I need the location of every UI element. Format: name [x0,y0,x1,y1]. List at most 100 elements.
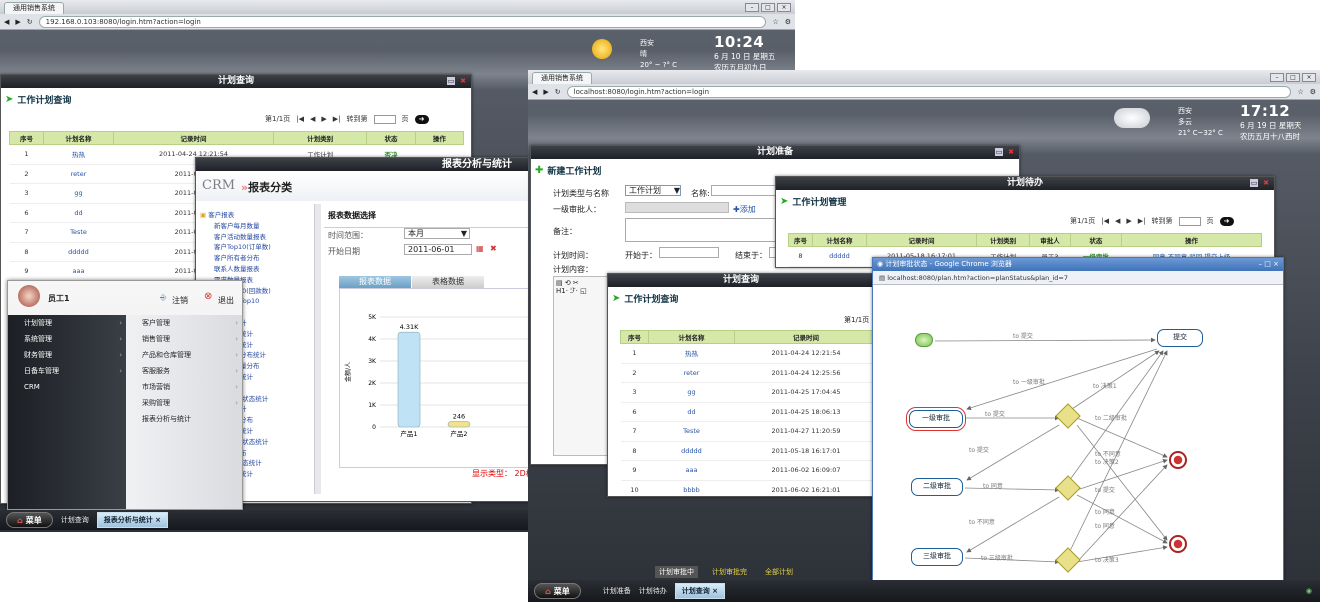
back-icon[interactable]: ◀ [4,18,9,26]
cell-name[interactable]: ddddd [648,441,735,461]
menu-item[interactable]: 采购管理 › [126,395,242,411]
table-row[interactable]: 9 aaa 2011-06-02 16:09:07 [620,460,874,481]
star-icon[interactable]: ☆ [772,18,778,26]
prev-page-icon[interactable]: ◀ [310,115,315,123]
minimize-icon[interactable]: ▭ [447,77,455,85]
tree-root[interactable]: ▣ 客户报表 [200,210,318,221]
forward-icon[interactable]: ▶ [15,18,20,26]
menu-item[interactable]: 计划管理 › [8,315,126,331]
node-second-approval[interactable]: 二级审批 [911,478,963,496]
calendar-icon[interactable]: ▦ [476,244,484,253]
tree-item[interactable]: 客户活动数量报表 [214,232,318,243]
menu-item[interactable]: 销售管理 › [126,331,242,347]
tree-item[interactable]: 新客户每月数量 [214,221,318,232]
left-url-field[interactable]: 192.168.0.103:8080/login.htm?action=logi… [38,15,767,28]
menu-item[interactable]: 报表分析与统计 [126,411,242,427]
window-titlebar[interactable]: 计划查询 ▭ ✖ [1,75,471,88]
task-item-pending[interactable]: 计划待办 [639,586,667,596]
minimize-icon[interactable]: ▭ [1250,179,1258,187]
first-page-icon[interactable]: |◀ [1101,217,1109,225]
table-row[interactable]: 7 Teste 2011-04-27 11:20:59 [620,421,874,442]
tab-table[interactable]: 表格数据 [412,276,484,288]
cell-name[interactable]: aaa [43,261,114,282]
menu-item[interactable]: 市场营销 › [126,379,242,395]
right-browser-tab[interactable]: 通用销售系统 [532,72,592,84]
cell-name[interactable]: dd [43,203,114,223]
cell-name[interactable]: Teste [648,421,735,442]
tree-scrollbar[interactable] [314,204,321,494]
exit-button[interactable]: 退出 [218,295,234,306]
maximize-icon[interactable]: □ [761,2,775,12]
window-titlebar[interactable]: 计划准备 ▭ ✖ [531,146,1019,159]
logout-button[interactable]: 注销 [172,295,188,306]
page-input[interactable] [1178,216,1201,226]
minimize-icon[interactable]: – [745,2,759,12]
window-titlebar[interactable]: 计划查询 [608,274,874,287]
cell-name[interactable]: dd [648,402,735,422]
cell-name[interactable]: bbbb [648,480,735,496]
menu-item[interactable]: CRM [8,379,126,395]
remark-input[interactable] [625,218,785,242]
tab-all[interactable]: 全部计划 [761,566,797,578]
cell-name[interactable]: aaa [648,460,735,481]
popup-titlebar[interactable]: ◉ 计划审批状态 - Google Chrome 浏览器 – □ × [873,258,1283,271]
table-row[interactable]: 2 reter 2011-04-24 12:25:56 [620,363,874,383]
table-row[interactable]: 6 dd 2011-04-25 18:06:13 [620,402,874,422]
table-row[interactable]: 8 ddddd 2011-05-18 16:17:01 [620,441,874,461]
approver-input[interactable] [625,202,729,213]
wrench-icon[interactable]: ⚙ [785,18,791,26]
menu-item[interactable]: 客服服务 › [126,363,242,379]
add-approver-button[interactable]: ✚添加 [733,204,756,215]
tray-icon[interactable]: ◉ [1306,587,1312,595]
last-page-icon[interactable]: ▶| [1138,217,1146,225]
back-icon[interactable]: ◀ [532,88,537,96]
type-select[interactable]: 工作计划 ▼ [625,185,681,196]
go-button[interactable]: ➜ [414,114,429,124]
table-row[interactable]: 10 bbbb 2011-06-02 16:21:01 [620,480,874,496]
task-item-prep[interactable]: 计划准备 [603,586,631,596]
cell-name[interactable]: 热热 [43,144,114,165]
node-submit[interactable]: 提交 [1157,329,1203,347]
close-icon[interactable]: ✖ [1262,179,1270,187]
next-page-icon[interactable]: ▶ [1126,217,1131,225]
minimize-icon[interactable]: ▭ [995,148,1003,156]
menu-item[interactable]: 产品和仓库管理 › [126,347,242,363]
window-titlebar[interactable]: 报表分析与统计 [196,158,534,171]
window-titlebar[interactable]: 计划待办 ▭ ✖ [776,177,1274,190]
close-icon[interactable]: × [777,2,791,12]
popup-url[interactable]: localhost:8080/plan.htm?action=planStatu… [887,274,1068,282]
page-input[interactable] [373,114,396,124]
start-date-field[interactable]: 2011-06-01 [404,244,472,255]
cell-name[interactable]: 热热 [648,343,735,364]
maximize-icon[interactable]: □ [1286,72,1300,82]
go-button[interactable]: ➜ [1219,216,1234,226]
exit-icon[interactable]: ⊗ [204,291,212,302]
forward-icon[interactable]: ▶ [543,88,548,96]
cell-name[interactable]: Teste [43,222,114,243]
node-first-approval[interactable]: 一级审批 [906,407,966,431]
reload-icon[interactable]: ↻ [27,18,33,26]
task-item-report[interactable]: 报表分析与统计 × [96,512,169,528]
menu-item[interactable]: 日备车管理 › [8,363,126,379]
menu-item[interactable]: 财务管理 › [8,347,126,363]
node-third-approval[interactable]: 三级审批 [911,548,963,566]
table-row[interactable]: 3 gg 2011-04-25 17:04:45 [620,382,874,403]
cell-name[interactable]: ddddd [812,246,867,267]
start-input[interactable] [659,247,719,258]
close-icon[interactable]: × [1302,72,1316,82]
next-page-icon[interactable]: ▶ [321,115,326,123]
prev-page-icon[interactable]: ◀ [1115,217,1120,225]
right-url-field[interactable]: localhost:8080/login.htm?action=login [566,85,1292,98]
star-icon[interactable]: ☆ [1297,88,1303,96]
tree-item[interactable]: 客户Top10(订单数) [214,242,318,253]
menu-item[interactable]: 系统管理 › [8,331,126,347]
period-select[interactable]: 本月 ▼ [404,228,470,239]
tree-item[interactable]: 联系人数量报表 [214,264,318,275]
last-page-icon[interactable]: ▶| [333,115,341,123]
tab-chart[interactable]: 报表数据 [339,276,411,288]
clear-icon[interactable]: ✖ [490,244,497,253]
task-item-query[interactable]: 计划查询 × [674,583,726,599]
wrench-icon[interactable]: ⚙ [1310,88,1316,96]
left-browser-tab[interactable]: 通用销售系统 [4,2,64,14]
cell-name[interactable]: reter [43,164,114,184]
